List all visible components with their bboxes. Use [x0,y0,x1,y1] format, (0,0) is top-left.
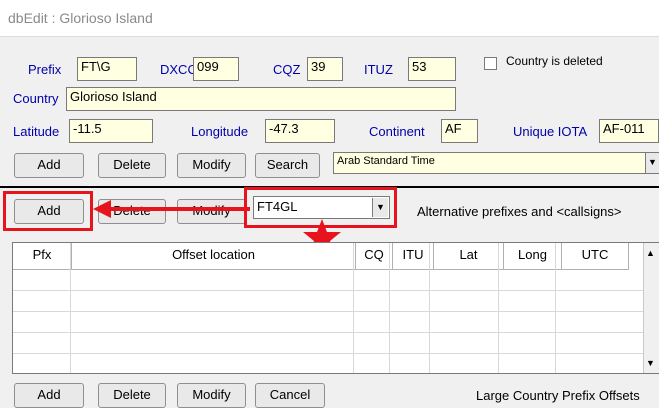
cqz-label: CQZ [273,62,301,77]
dxcc-field[interactable]: 099 [193,57,239,81]
ituz-label: ITUZ [364,62,393,77]
offsets-caption: Large Country Prefix Offsets [476,388,640,403]
column-divider [555,243,556,373]
country-deleted-checkbox[interactable] [484,57,497,70]
alt-prefix-select[interactable]: FT4GL [253,196,390,219]
window-title-bar: dbEdit : Glorioso Island [0,0,659,37]
country-modify-button[interactable]: Modify [177,153,246,178]
column-header-itu[interactable]: ITU [393,243,434,270]
offsets-scrollbar[interactable] [643,243,659,373]
timezone-select[interactable]: Arab Standard Time [333,152,659,174]
prefix-field[interactable]: FT\G [77,57,137,81]
offset-add-button[interactable]: Add [14,383,84,408]
alt-prefix-select-value: FT4GL [257,199,298,214]
column-divider [353,243,354,373]
longitude-field[interactable]: -47.3 [265,119,335,143]
window-title: dbEdit : Glorioso Island [8,10,153,26]
unique-iota-label: Unique IOTA [513,124,588,139]
column-divider [429,243,430,373]
table-row [13,290,658,291]
country-add-button[interactable]: Add [14,153,84,178]
country-deleted-label: Country is deleted [506,54,603,68]
column-header-lat[interactable]: Lat [434,243,504,270]
column-divider [498,243,499,373]
annotation-arrow-line [108,207,250,211]
alt-add-button[interactable]: Add [14,199,84,224]
latitude-field[interactable]: -11.5 [69,119,153,143]
offsets-table[interactable]: Pfx Offset location CQ ITU Lat Long UTC [12,242,659,374]
column-divider [70,243,71,373]
continent-label: Continent [369,124,425,139]
offset-delete-button[interactable]: Delete [98,383,166,408]
table-row [13,353,658,354]
latitude-label: Latitude [13,124,60,139]
scroll-down-icon[interactable]: ▼ [646,358,655,368]
table-row [13,332,658,333]
continent-field[interactable]: AF [441,119,478,143]
alt-prefixes-caption: Alternative prefixes and <callsigns> [417,204,622,219]
column-header-cq[interactable]: CQ [356,243,393,270]
unique-iota-field[interactable]: AF-011 [599,119,659,143]
offset-modify-button[interactable]: Modify [177,383,246,408]
column-header-offset-location[interactable]: Offset location [72,243,356,270]
timezone-value: Arab Standard Time [337,155,435,167]
longitude-label: Longitude [191,124,249,139]
ituz-field[interactable]: 53 [408,57,456,81]
country-delete-button[interactable]: Delete [98,153,166,178]
column-divider [389,243,390,373]
column-header-long[interactable]: Long [504,243,562,270]
country-search-button[interactable]: Search [255,153,320,178]
offset-cancel-button[interactable]: Cancel [255,383,325,408]
alt-prefix-dropdown-icon[interactable]: ▼ [372,198,388,217]
annotation-arrow-head-icon [93,200,111,218]
column-header-utc[interactable]: UTC [562,243,629,270]
cqz-field[interactable]: 39 [307,57,343,81]
prefix-label: Prefix [28,62,62,77]
table-row [13,311,658,312]
dxcc-label: DXCC [160,62,197,77]
alt-modify-button[interactable]: Modify [177,199,246,224]
offsets-table-header: Pfx Offset location CQ ITU Lat Long UTC [13,243,658,270]
country-label: Country [13,91,59,106]
column-header-pfx[interactable]: Pfx [13,243,72,270]
country-field[interactable]: Glorioso Island [66,87,456,111]
timezone-dropdown-icon[interactable]: ▼ [645,153,659,173]
scroll-up-icon[interactable]: ▲ [646,248,655,258]
